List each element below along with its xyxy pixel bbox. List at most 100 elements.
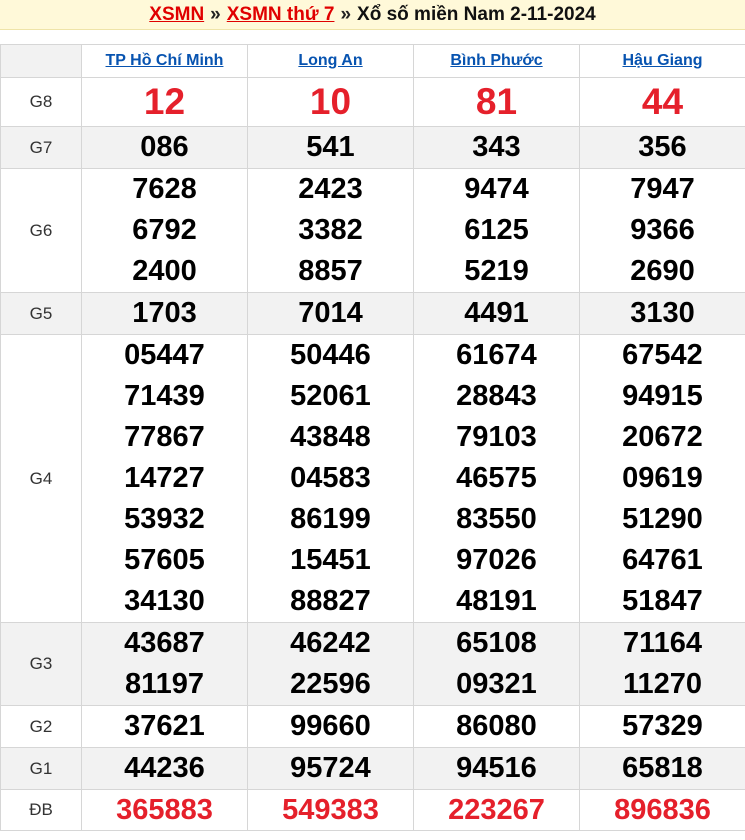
prize-label: G5 bbox=[0, 292, 82, 335]
prize-cell: 7014 bbox=[247, 292, 414, 335]
prize-number: 65818 bbox=[622, 752, 703, 784]
prize-cell: 46242 22596 bbox=[247, 622, 414, 706]
prize-cell: 50446 52061 43848 04583 86199 15451 88827 bbox=[247, 334, 414, 623]
prize-number: 5219 bbox=[464, 255, 529, 287]
prize-number: 14727 bbox=[124, 462, 205, 494]
prize-number: 97026 bbox=[456, 544, 537, 576]
prize-number: 94915 bbox=[622, 380, 703, 412]
prize-number: 4491 bbox=[464, 297, 529, 329]
prize-number: 223267 bbox=[448, 794, 545, 826]
table-row: G3 43687 81197 46242 22596 65108 09321 71164 112… bbox=[0, 622, 745, 706]
prize-number: 44 bbox=[641, 81, 684, 122]
prize-number: 57605 bbox=[124, 544, 205, 576]
prize-number: 83550 bbox=[456, 503, 537, 535]
table-row: G4 05447 71439 77867 14727 53932 57605 34130 504… bbox=[0, 334, 745, 623]
prize-number: 6792 bbox=[132, 214, 197, 246]
prize-number: 9474 bbox=[464, 173, 529, 205]
prize-number: 15451 bbox=[290, 544, 371, 576]
prize-number: 34130 bbox=[124, 585, 205, 617]
prize-cell: 12 bbox=[81, 77, 248, 127]
table-header-row: TP Hồ Chí Minh Long An Bình Phước Hậu Gi… bbox=[0, 44, 745, 78]
table-row: G5 1703 7014 4491 3130 bbox=[0, 292, 745, 335]
breadcrumb-link-xsmn-thu-7[interactable]: XSMN thứ 7 bbox=[227, 4, 335, 26]
table-row: ĐB 365883 549383 223267 896836 bbox=[0, 789, 745, 831]
prize-number: 2690 bbox=[630, 255, 695, 287]
prize-number: 94516 bbox=[456, 752, 537, 784]
table-row: G1 44236 95724 94516 65818 bbox=[0, 747, 745, 790]
prize-number: 086 bbox=[140, 131, 189, 163]
prize-number: 10 bbox=[309, 81, 352, 122]
prize-cell: 356 bbox=[579, 126, 745, 169]
prize-cell: 44236 bbox=[81, 747, 248, 790]
prize-number: 3382 bbox=[298, 214, 363, 246]
prize-number: 549383 bbox=[282, 794, 379, 826]
prize-number: 61674 bbox=[456, 339, 537, 371]
header-province-2: Bình Phước bbox=[413, 44, 580, 78]
prize-cell: 43687 81197 bbox=[81, 622, 248, 706]
breadcrumb-link-xsmn[interactable]: XSMN bbox=[149, 4, 204, 26]
prize-cell: 3130 bbox=[579, 292, 745, 335]
prize-label: ĐB bbox=[0, 789, 82, 831]
prize-number: 343 bbox=[472, 131, 521, 163]
prize-number: 896836 bbox=[614, 794, 711, 826]
prize-number: 09321 bbox=[456, 668, 537, 700]
table-row: G7 086 541 343 356 bbox=[0, 126, 745, 169]
prize-number: 2423 bbox=[298, 173, 363, 205]
prize-number: 53932 bbox=[124, 503, 205, 535]
prize-number: 81 bbox=[475, 81, 518, 122]
prize-number: 20672 bbox=[622, 421, 703, 453]
prize-number: 79103 bbox=[456, 421, 537, 453]
header-province-3: Hậu Giang bbox=[579, 44, 745, 78]
prize-number: 52061 bbox=[290, 380, 371, 412]
prize-number: 67542 bbox=[622, 339, 703, 371]
prize-number: 2400 bbox=[132, 255, 197, 287]
prize-number: 541 bbox=[306, 131, 355, 163]
prize-number: 04583 bbox=[290, 462, 371, 494]
prize-cell: 94516 bbox=[413, 747, 580, 790]
prize-label: G7 bbox=[0, 126, 82, 169]
prize-label: G4 bbox=[0, 334, 82, 623]
province-link[interactable]: TP Hồ Chí Minh bbox=[106, 52, 224, 69]
prize-label: G6 bbox=[0, 168, 82, 293]
prize-number: 51290 bbox=[622, 503, 703, 535]
prize-label: G3 bbox=[0, 622, 82, 706]
breadcrumb-separator: » bbox=[210, 3, 221, 25]
prize-cell: 95724 bbox=[247, 747, 414, 790]
province-link[interactable]: Bình Phước bbox=[450, 52, 542, 69]
prize-number: 65108 bbox=[456, 627, 537, 659]
header-province-1: Long An bbox=[247, 44, 414, 78]
prize-cell: 65818 bbox=[579, 747, 745, 790]
prize-number: 6125 bbox=[464, 214, 529, 246]
breadcrumb: XSMN » XSMN thứ 7 » Xổ số miền Nam 2-11-… bbox=[0, 0, 745, 30]
prize-label: G8 bbox=[0, 77, 82, 127]
prize-cell: 2423 3382 8857 bbox=[247, 168, 414, 293]
prize-number: 12 bbox=[143, 81, 186, 122]
prize-cell: 10 bbox=[247, 77, 414, 127]
prize-number: 05447 bbox=[124, 339, 205, 371]
prize-number: 09619 bbox=[622, 462, 703, 494]
table-row: G8 12 10 81 44 bbox=[0, 77, 745, 127]
prize-cell: 37621 bbox=[81, 705, 248, 748]
prize-number: 77867 bbox=[124, 421, 205, 453]
prize-number: 48191 bbox=[456, 585, 537, 617]
prize-number: 51847 bbox=[622, 585, 703, 617]
prize-cell: 81 bbox=[413, 77, 580, 127]
prize-cell: 1703 bbox=[81, 292, 248, 335]
prize-cell: 86080 bbox=[413, 705, 580, 748]
prize-cell: 7628 6792 2400 bbox=[81, 168, 248, 293]
prize-number: 9366 bbox=[630, 214, 695, 246]
prize-number: 64761 bbox=[622, 544, 703, 576]
prize-number: 1703 bbox=[132, 297, 197, 329]
prize-number: 8857 bbox=[298, 255, 363, 287]
prize-cell: 365883 bbox=[81, 789, 248, 831]
prize-cell: 896836 bbox=[579, 789, 745, 831]
prize-number: 46575 bbox=[456, 462, 537, 494]
prize-number: 57329 bbox=[622, 710, 703, 742]
province-link[interactable]: Hậu Giang bbox=[622, 52, 702, 69]
prize-cell: 541 bbox=[247, 126, 414, 169]
prize-number: 86080 bbox=[456, 710, 537, 742]
prize-number: 22596 bbox=[290, 668, 371, 700]
prize-number: 365883 bbox=[116, 794, 213, 826]
prize-number: 81197 bbox=[124, 668, 205, 700]
province-link[interactable]: Long An bbox=[298, 52, 362, 69]
